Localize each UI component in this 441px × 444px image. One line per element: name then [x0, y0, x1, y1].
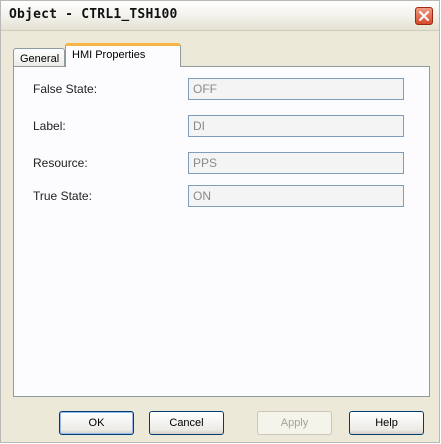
- property-row-resource: Resource:: [14, 152, 429, 174]
- tab-general[interactable]: General: [13, 48, 65, 67]
- close-button[interactable]: [415, 7, 433, 25]
- window-title: Object - CTRL1_TSH100: [9, 7, 178, 22]
- close-icon: [419, 11, 429, 21]
- false-state-field[interactable]: [188, 78, 404, 100]
- ok-button[interactable]: OK: [59, 411, 134, 435]
- true-state-field[interactable]: [188, 185, 404, 207]
- cancel-button[interactable]: Cancel: [149, 411, 224, 435]
- property-row-false-state: False State:: [14, 78, 429, 100]
- apply-button[interactable]: Apply: [257, 411, 332, 435]
- resource-field[interactable]: [188, 152, 404, 174]
- title-bar[interactable]: Object - CTRL1_TSH100: [1, 1, 439, 31]
- tab-hmi-properties[interactable]: HMI Properties: [65, 43, 181, 67]
- tab-panel-hmi-properties: False State: Label: Resource: True State…: [13, 66, 430, 397]
- resource-label: Resource:: [33, 156, 88, 170]
- label-field[interactable]: [188, 115, 404, 137]
- dialog-window: Object - CTRL1_TSH100 General HMI Proper…: [0, 0, 440, 443]
- false-state-label: False State:: [33, 82, 98, 96]
- help-button[interactable]: Help: [349, 411, 424, 435]
- property-row-true-state: True State:: [14, 185, 429, 207]
- property-row-label: Label:: [14, 115, 429, 137]
- label-label: Label:: [33, 119, 66, 133]
- true-state-label: True State:: [33, 189, 92, 203]
- button-bar: OK Cancel Apply Help: [1, 411, 439, 437]
